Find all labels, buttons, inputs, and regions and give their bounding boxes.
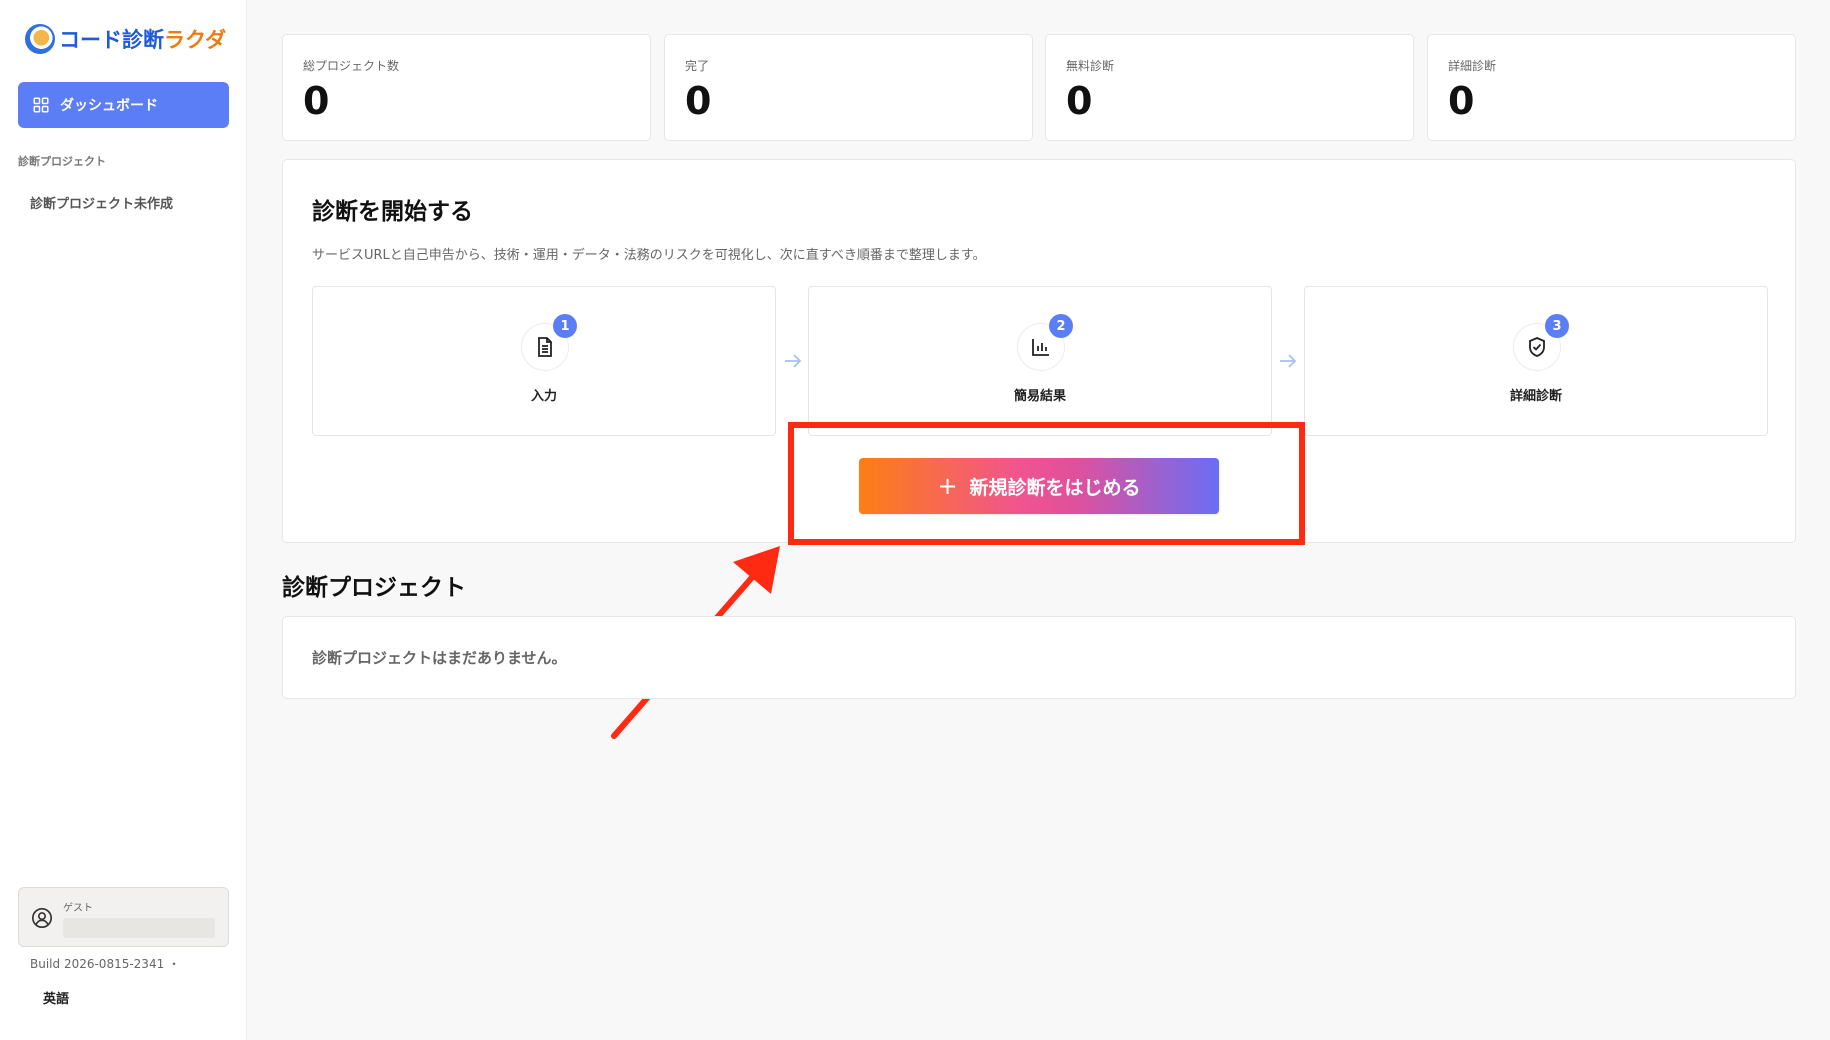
stat-value: 0: [1448, 79, 1475, 123]
projects-section-title: 診断プロジェクト: [282, 575, 466, 601]
projects-empty-message: 診断プロジェクトはまだありません。: [312, 649, 567, 667]
step-label: 入力: [530, 389, 557, 404]
sidebar-item-label: ダッシュボード: [60, 98, 158, 114]
sidebar: コード診断ラクダ ダッシュボード 診断プロジェクト 診断プロジェクト未作成 ゲス…: [0, 0, 247, 1040]
user-account-box[interactable]: ゲスト: [18, 887, 229, 947]
user-circle-icon: [32, 908, 52, 928]
bar-chart-icon: [1032, 339, 1049, 356]
stat-label: 詳細診断: [1448, 59, 1497, 73]
app-logo[interactable]: コード診断ラクダ: [25, 24, 226, 54]
document-icon: [538, 337, 552, 357]
step-label: 詳細診断: [1509, 389, 1562, 404]
shield-check-icon: [1529, 337, 1545, 357]
projects-list-card: 診断プロジェクトはまだありません。: [282, 616, 1796, 699]
camel-logo-icon: [25, 24, 55, 54]
user-label: ゲスト: [63, 903, 93, 914]
step-card-quick-result: 2 簡易結果: [808, 286, 1272, 436]
stat-card-detailed-diagnosis: 詳細診断 0: [1427, 34, 1796, 141]
step-number-badge: 3: [1545, 314, 1569, 338]
panel-title: 診断を開始する: [312, 199, 473, 225]
step-number-badge: 1: [553, 314, 577, 338]
stat-label: 完了: [685, 59, 710, 73]
sidebar-project-empty: 診断プロジェクト未作成: [30, 197, 174, 212]
stat-card-free-diagnosis: 無料診断 0: [1045, 34, 1414, 141]
stat-value: 0: [1066, 79, 1093, 123]
arrow-right-icon: [785, 354, 802, 368]
app-logo-text: コード診断ラクダ: [59, 28, 227, 52]
language-switch[interactable]: 英語: [43, 988, 69, 1007]
user-name-placeholder: [63, 918, 215, 938]
arrow-right-icon: [1280, 354, 1297, 368]
step-card-input: 1 入力: [312, 286, 776, 436]
stat-card-completed: 完了 0: [664, 34, 1033, 141]
stat-label: 総プロジェクト数: [303, 59, 400, 73]
step-card-detailed-diagnosis: 3 詳細診断: [1304, 286, 1768, 436]
stat-card-total-projects: 総プロジェクト数 0: [282, 34, 651, 141]
step-number-badge: 2: [1049, 314, 1073, 338]
sidebar-section-label: 診断プロジェクト: [18, 155, 106, 168]
annotation-highlight-box: [788, 422, 1305, 545]
build-version: Build 2026-0815-2341 ・: [30, 957, 181, 971]
sidebar-item-dashboard[interactable]: ダッシュボード: [18, 82, 229, 128]
step-label: 簡易結果: [1013, 389, 1066, 404]
panel-description: サービスURLと自己申告から、技術・運用・データ・法務のリスクを可視化し、次に直…: [312, 248, 986, 263]
stat-value: 0: [685, 79, 712, 123]
dashboard-icon: [33, 97, 49, 113]
stat-value: 0: [303, 79, 330, 123]
stat-label: 無料診断: [1066, 59, 1115, 73]
